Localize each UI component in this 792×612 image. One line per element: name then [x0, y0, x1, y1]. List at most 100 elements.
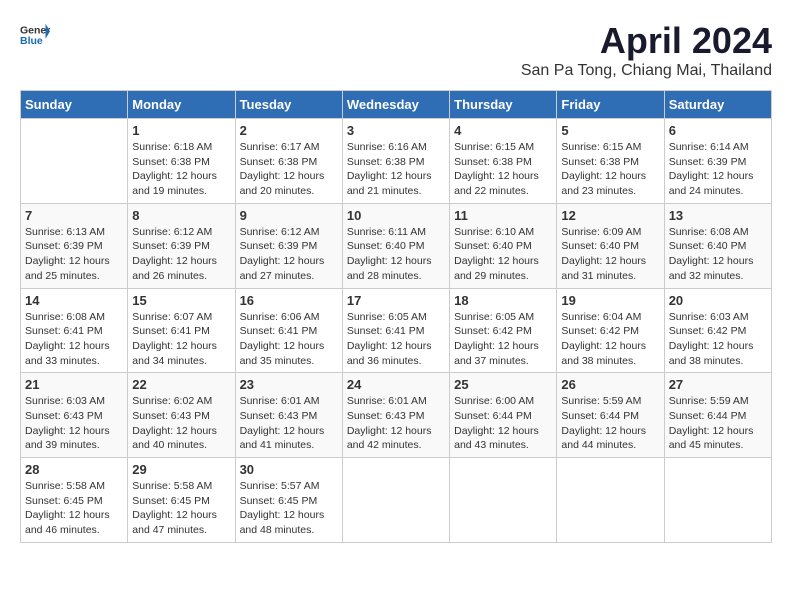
calendar-cell: 10Sunrise: 6:11 AMSunset: 6:40 PMDayligh… [342, 203, 449, 288]
calendar-cell: 24 Sunrise: 6:01 AMSunset: 6:43 PMDayligh… [342, 373, 449, 458]
day-number: 15 [132, 293, 230, 308]
calendar-cell: 8Sunrise: 6:12 AMSunset: 6:39 PMDaylight… [128, 203, 235, 288]
day-info: Sunrise: 6:05 AMSunset: 6:41 PMDaylight:… [347, 310, 445, 369]
day-info: Sunrise: 6:14 AMSunset: 6:39 PMDaylight:… [669, 140, 767, 199]
day-info: Sunrise: 5:58 AMSunset: 6:45 PMDaylight:… [132, 479, 230, 538]
calendar-week-1: 7Sunrise: 6:13 AMSunset: 6:39 PMDaylight… [21, 203, 772, 288]
day-info: Sunrise: 5:58 AMSunset: 6:45 PMDaylight:… [25, 479, 123, 538]
calendar-cell: 29 Sunrise: 5:58 AMSunset: 6:45 PMDayligh… [128, 458, 235, 543]
header-cell-wednesday: Wednesday [342, 91, 449, 119]
header-cell-sunday: Sunday [21, 91, 128, 119]
day-info: Sunrise: 6:04 AMSunset: 6:42 PMDaylight:… [561, 310, 659, 369]
day-number: 25 [454, 377, 552, 392]
calendar-cell: 5Sunrise: 6:15 AMSunset: 6:38 PMDaylight… [557, 119, 664, 204]
calendar-week-3: 21 Sunrise: 6:03 AMSunset: 6:43 PMDayligh… [21, 373, 772, 458]
calendar-cell: 22 Sunrise: 6:02 AMSunset: 6:43 PMDayligh… [128, 373, 235, 458]
calendar-body: 1 Sunrise: 6:18 AMSunset: 6:38 PMDaylight… [21, 119, 772, 543]
day-info: Sunrise: 6:16 AMSunset: 6:38 PMDaylight:… [347, 140, 445, 199]
day-info: Sunrise: 6:11 AMSunset: 6:40 PMDaylight:… [347, 225, 445, 284]
day-info: Sunrise: 6:18 AMSunset: 6:38 PMDaylight:… [132, 140, 230, 199]
title-section: April 2024 San Pa Tong, Chiang Mai, Thai… [521, 20, 772, 80]
calendar-week-4: 28 Sunrise: 5:58 AMSunset: 6:45 PMDayligh… [21, 458, 772, 543]
calendar-cell [450, 458, 557, 543]
header: General Blue April 2024 San Pa Tong, Chi… [20, 20, 772, 80]
header-row: SundayMondayTuesdayWednesdayThursdayFrid… [21, 91, 772, 119]
calendar-week-2: 14 Sunrise: 6:08 AMSunset: 6:41 PMDayligh… [21, 288, 772, 373]
day-number: 6 [669, 123, 767, 138]
calendar-cell: 27Sunrise: 5:59 AMSunset: 6:44 PMDayligh… [664, 373, 771, 458]
calendar-cell [21, 119, 128, 204]
day-info: Sunrise: 6:10 AMSunset: 6:40 PMDaylight:… [454, 225, 552, 284]
day-number: 30 [240, 462, 338, 477]
day-number: 26 [561, 377, 659, 392]
day-info: Sunrise: 5:59 AMSunset: 6:44 PMDaylight:… [561, 394, 659, 453]
calendar-cell [664, 458, 771, 543]
calendar-cell: 13 Sunrise: 6:08 AMSunset: 6:40 PMDayligh… [664, 203, 771, 288]
page-title: April 2024 [521, 20, 772, 62]
calendar-table: SundayMondayTuesdayWednesdayThursdayFrid… [20, 90, 772, 543]
day-number: 28 [25, 462, 123, 477]
day-number: 14 [25, 293, 123, 308]
calendar-cell: 2 Sunrise: 6:17 AMSunset: 6:38 PMDaylight… [235, 119, 342, 204]
logo: General Blue [20, 20, 50, 50]
day-number: 1 [132, 123, 230, 138]
calendar-cell: 4Sunrise: 6:15 AMSunset: 6:38 PMDaylight… [450, 119, 557, 204]
day-number: 11 [454, 208, 552, 223]
calendar-header: SundayMondayTuesdayWednesdayThursdayFrid… [21, 91, 772, 119]
day-number: 4 [454, 123, 552, 138]
header-cell-friday: Friday [557, 91, 664, 119]
day-info: Sunrise: 6:01 AMSunset: 6:43 PMDaylight:… [347, 394, 445, 453]
day-info: Sunrise: 6:00 AMSunset: 6:44 PMDaylight:… [454, 394, 552, 453]
day-info: Sunrise: 6:01 AMSunset: 6:43 PMDaylight:… [240, 394, 338, 453]
calendar-cell: 9 Sunrise: 6:12 AMSunset: 6:39 PMDaylight… [235, 203, 342, 288]
generalblue-icon: General Blue [20, 20, 50, 50]
day-info: Sunrise: 5:57 AMSunset: 6:45 PMDaylight:… [240, 479, 338, 538]
day-number: 2 [240, 123, 338, 138]
calendar-cell: 25 Sunrise: 6:00 AMSunset: 6:44 PMDayligh… [450, 373, 557, 458]
calendar-cell: 11 Sunrise: 6:10 AMSunset: 6:40 PMDayligh… [450, 203, 557, 288]
day-number: 13 [669, 208, 767, 223]
day-number: 18 [454, 293, 552, 308]
day-number: 19 [561, 293, 659, 308]
day-info: Sunrise: 6:12 AMSunset: 6:39 PMDaylight:… [240, 225, 338, 284]
calendar-cell: 7Sunrise: 6:13 AMSunset: 6:39 PMDaylight… [21, 203, 128, 288]
day-number: 20 [669, 293, 767, 308]
header-cell-monday: Monday [128, 91, 235, 119]
day-number: 17 [347, 293, 445, 308]
calendar-cell: 21 Sunrise: 6:03 AMSunset: 6:43 PMDayligh… [21, 373, 128, 458]
day-info: Sunrise: 6:06 AMSunset: 6:41 PMDaylight:… [240, 310, 338, 369]
day-number: 21 [25, 377, 123, 392]
calendar-cell: 15 Sunrise: 6:07 AMSunset: 6:41 PMDayligh… [128, 288, 235, 373]
calendar-cell: 26 Sunrise: 5:59 AMSunset: 6:44 PMDayligh… [557, 373, 664, 458]
calendar-cell: 19 Sunrise: 6:04 AMSunset: 6:42 PMDayligh… [557, 288, 664, 373]
day-number: 9 [240, 208, 338, 223]
day-info: Sunrise: 6:03 AMSunset: 6:43 PMDaylight:… [25, 394, 123, 453]
day-number: 29 [132, 462, 230, 477]
day-info: Sunrise: 6:12 AMSunset: 6:39 PMDaylight:… [132, 225, 230, 284]
calendar-cell: 1 Sunrise: 6:18 AMSunset: 6:38 PMDaylight… [128, 119, 235, 204]
day-info: Sunrise: 6:08 AMSunset: 6:41 PMDaylight:… [25, 310, 123, 369]
calendar-cell: 3Sunrise: 6:16 AMSunset: 6:38 PMDaylight… [342, 119, 449, 204]
day-number: 22 [132, 377, 230, 392]
calendar-cell: 12Sunrise: 6:09 AMSunset: 6:40 PMDayligh… [557, 203, 664, 288]
day-number: 24 [347, 377, 445, 392]
calendar-cell: 23 Sunrise: 6:01 AMSunset: 6:43 PMDayligh… [235, 373, 342, 458]
day-number: 27 [669, 377, 767, 392]
day-info: Sunrise: 6:02 AMSunset: 6:43 PMDaylight:… [132, 394, 230, 453]
day-info: Sunrise: 6:17 AMSunset: 6:38 PMDaylight:… [240, 140, 338, 199]
day-number: 23 [240, 377, 338, 392]
header-cell-saturday: Saturday [664, 91, 771, 119]
day-info: Sunrise: 6:08 AMSunset: 6:40 PMDaylight:… [669, 225, 767, 284]
calendar-cell: 18Sunrise: 6:05 AMSunset: 6:42 PMDayligh… [450, 288, 557, 373]
page-subtitle: San Pa Tong, Chiang Mai, Thailand [521, 62, 772, 80]
day-number: 12 [561, 208, 659, 223]
day-info: Sunrise: 6:15 AMSunset: 6:38 PMDaylight:… [561, 140, 659, 199]
calendar-cell: 16Sunrise: 6:06 AMSunset: 6:41 PMDayligh… [235, 288, 342, 373]
day-info: Sunrise: 6:03 AMSunset: 6:42 PMDaylight:… [669, 310, 767, 369]
day-info: Sunrise: 6:07 AMSunset: 6:41 PMDaylight:… [132, 310, 230, 369]
calendar-cell: 30 Sunrise: 5:57 AMSunset: 6:45 PMDayligh… [235, 458, 342, 543]
calendar-cell: 6 Sunrise: 6:14 AMSunset: 6:39 PMDaylight… [664, 119, 771, 204]
calendar-cell: 28 Sunrise: 5:58 AMSunset: 6:45 PMDayligh… [21, 458, 128, 543]
day-info: Sunrise: 6:13 AMSunset: 6:39 PMDaylight:… [25, 225, 123, 284]
calendar-cell: 14 Sunrise: 6:08 AMSunset: 6:41 PMDayligh… [21, 288, 128, 373]
